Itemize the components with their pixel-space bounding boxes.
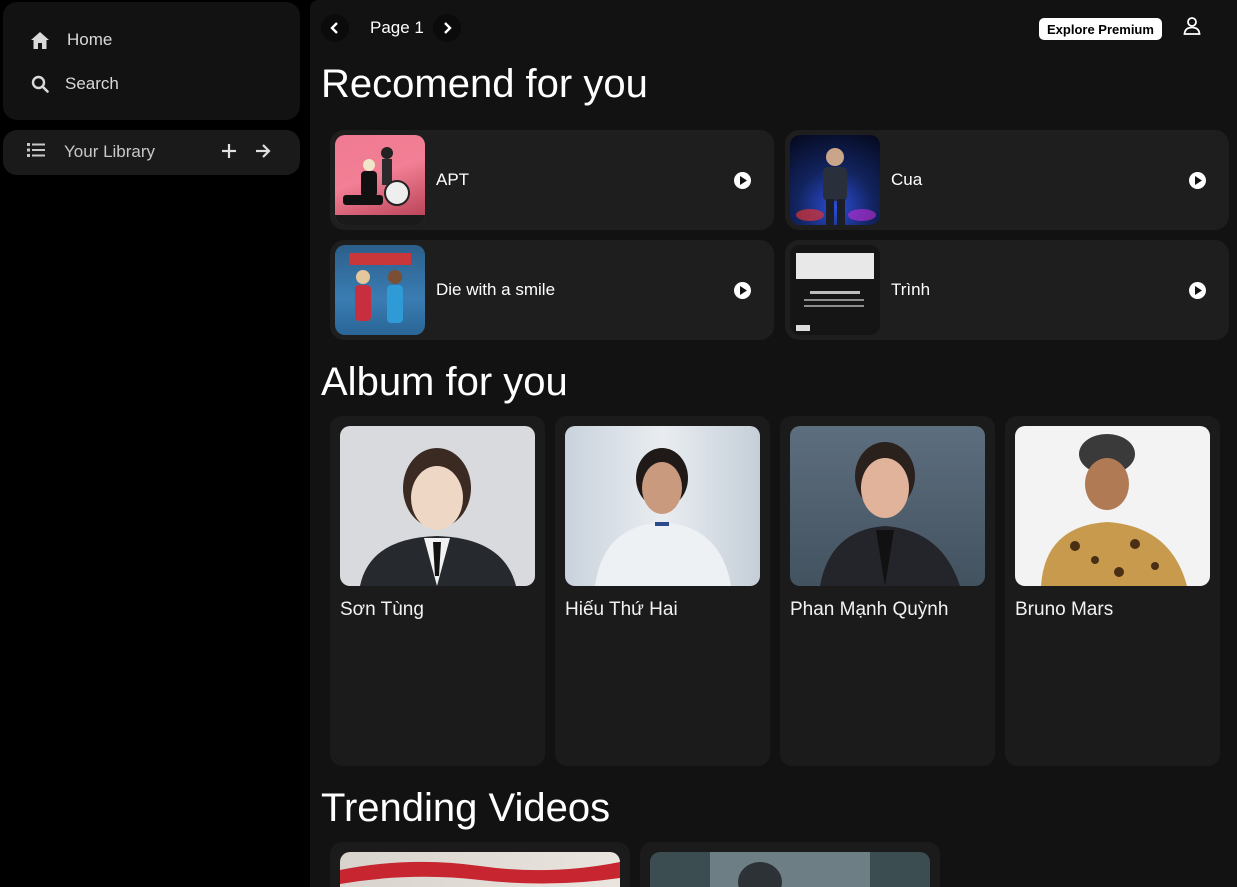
arrow-right-icon[interactable]: [254, 142, 276, 164]
video-thumbnail: [340, 852, 620, 887]
user-icon[interactable]: [1182, 16, 1204, 38]
chevron-left-icon: [330, 22, 338, 34]
artist-photo: [790, 426, 985, 586]
prev-page-button[interactable]: [321, 14, 349, 42]
nav-search-label: Search: [65, 74, 119, 93]
song-cover-image: [790, 245, 880, 335]
artist-name: Bruno Mars: [1015, 599, 1114, 620]
artist-photo: [340, 426, 535, 586]
page-indicator: Page 1: [370, 18, 424, 37]
video-thumbnail: [650, 852, 930, 887]
album-card[interactable]: Phan Mạnh Quỳnh: [780, 416, 995, 766]
nav-panel: Home Search: [3, 2, 300, 120]
recommend-card[interactable]: Die with a smile: [330, 240, 774, 340]
song-title: Trình: [891, 280, 931, 299]
chevron-right-icon: [444, 22, 452, 34]
album-card[interactable]: Hiếu Thứ Hai: [555, 416, 770, 766]
library-label: Your Library: [64, 142, 156, 161]
library-list-icon: [27, 142, 47, 162]
recommend-card[interactable]: Cua: [785, 130, 1229, 230]
nav-search[interactable]: Search: [29, 72, 119, 96]
song-title: APT: [436, 170, 470, 189]
nav-home[interactable]: Home: [29, 28, 112, 52]
artist-name: Hiếu Thứ Hai: [565, 599, 678, 620]
artist-name: Phan Mạnh Quỳnh: [790, 599, 949, 620]
library-bar[interactable]: Your Library: [3, 130, 300, 175]
artist-name: Sơn Tùng: [340, 599, 424, 620]
album-card[interactable]: Bruno Mars: [1005, 416, 1220, 766]
play-icon[interactable]: [1189, 282, 1206, 299]
song-cover-image: [335, 245, 425, 335]
recommend-section-title: Recomend for you: [321, 62, 648, 106]
trending-section-title: Trending Videos: [321, 786, 611, 830]
play-icon[interactable]: [734, 172, 751, 189]
song-title: Die with a smile: [436, 280, 556, 299]
song-cover-image: [335, 135, 425, 225]
video-card[interactable]: [330, 842, 630, 887]
song-title: Cua: [891, 170, 923, 189]
album-card[interactable]: Sơn Tùng: [330, 416, 545, 766]
plus-icon[interactable]: [220, 142, 242, 164]
main-content: Page 1 Explore Premium Recomend for you …: [310, 0, 1237, 887]
search-icon: [29, 73, 51, 95]
recommend-card[interactable]: APT: [330, 130, 774, 230]
song-cover-image: [790, 135, 880, 225]
artist-photo: [1015, 426, 1210, 586]
explore-premium-button[interactable]: Explore Premium: [1039, 18, 1162, 40]
play-icon[interactable]: [734, 282, 751, 299]
video-card[interactable]: [640, 842, 940, 887]
artist-photo: [565, 426, 760, 586]
home-icon: [29, 29, 51, 51]
nav-home-label: Home: [67, 30, 113, 49]
recommend-card[interactable]: Trình: [785, 240, 1229, 340]
sidebar: Home Search Your Library: [0, 0, 310, 887]
album-section-title: Album for you: [321, 360, 568, 404]
next-page-button[interactable]: [433, 14, 461, 42]
play-icon[interactable]: [1189, 172, 1206, 189]
